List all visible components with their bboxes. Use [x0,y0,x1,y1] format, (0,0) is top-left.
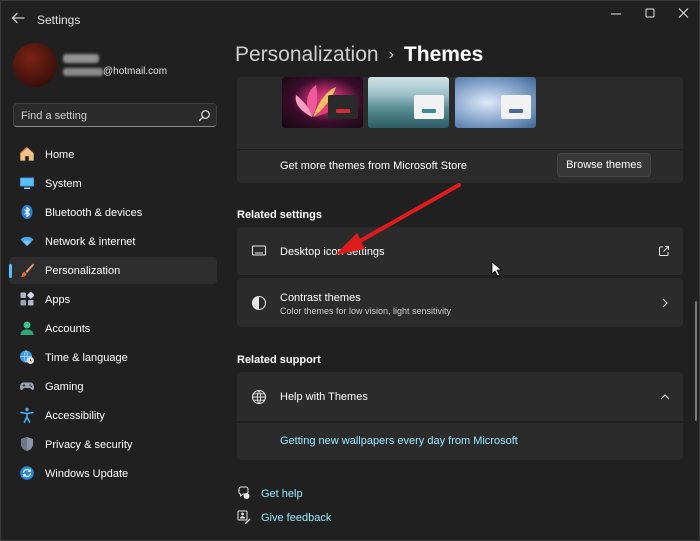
theme-thumbnail[interactable] [282,77,363,128]
bluetooth-icon [21,205,33,219]
contrast-themes-card[interactable]: Contrast themes Color themes for low vis… [237,278,683,327]
back-arrow-icon[interactable] [9,9,27,27]
sidebar-item-system[interactable]: System [9,170,217,197]
theme-preview-window [414,95,444,119]
sidebar-item-label: Time & language [45,352,128,364]
help-expanded-content: Getting new wallpapers every day from Mi… [237,423,683,460]
globe-icon [251,389,267,405]
sidebar-item-time-language[interactable]: Time & language [9,344,217,371]
maximize-icon[interactable] [639,5,661,23]
home-icon [20,147,34,161]
gamepad-icon [20,382,34,390]
help-with-themes-card[interactable]: Help with Themes [237,372,683,421]
store-text: Get more themes from Microsoft Store [280,160,468,172]
give-feedback-label: Give feedback [261,512,332,524]
get-help-label: Get help [261,488,303,500]
contrast-icon [251,295,267,311]
sidebar-item-windows-update[interactable]: Windows Update [9,460,217,487]
theme-accent-swatch [336,109,350,113]
user-profile[interactable]: @hotmail.com [13,41,213,91]
sidebar-item-personalization[interactable]: Personalization [9,257,217,284]
wallpapers-link[interactable]: Getting new wallpapers every day from Mi… [280,435,518,447]
themes-gallery-card: Get more themes from Microsoft Store Bro… [237,77,683,183]
feedback-icon [237,510,251,524]
sidebar-item-label: Accessibility [45,410,105,422]
accessibility-icon [20,407,34,423]
update-icon [20,466,34,480]
open-external-icon [659,246,669,256]
chevron-right-icon [662,298,668,308]
sidebar-nav: Home System Bluetooth & devices Network … [9,141,217,489]
shield-icon [21,437,33,451]
related-support-heading: Related support [237,354,321,366]
sidebar-item-label: Privacy & security [45,439,133,451]
browse-themes-button[interactable]: Browse themes [557,153,651,177]
sidebar-item-label: Network & internet [45,236,136,248]
sidebar-item-label: Bluetooth & devices [45,207,143,219]
profile-email-redacted [63,68,103,76]
sidebar-item-label: Accounts [45,323,91,335]
search-box[interactable] [13,103,217,127]
sidebar-item-label: Personalization [45,265,121,277]
sidebar-item-network[interactable]: Network & internet [9,228,217,255]
sidebar-item-bluetooth[interactable]: Bluetooth & devices [9,199,217,226]
give-feedback-link[interactable]: Give feedback [237,510,357,528]
sidebar-item-label: Windows Update [45,468,129,480]
search-icon[interactable] [198,109,211,122]
monitor-icon [251,245,267,256]
annotation-arrow [335,183,461,255]
system-icon [20,177,34,189]
sidebar-item-accounts[interactable]: Accounts [9,315,217,342]
theme-thumbnail[interactable] [455,77,536,128]
globe-clock-icon [20,350,34,364]
chevron-up-icon [660,394,670,400]
minimize-icon[interactable] [605,5,627,23]
search-input[interactable] [21,108,191,124]
breadcrumb-separator: › [388,46,394,63]
apps-icon [20,291,35,306]
brush-icon [20,263,34,277]
sidebar-item-label: Home [45,149,75,161]
sidebar-item-accessibility[interactable]: Accessibility [9,402,217,429]
app-title: Settings [37,13,81,27]
theme-preview-window [501,95,531,119]
sidebar-item-apps[interactable]: Apps [9,286,217,313]
close-icon[interactable] [673,5,695,23]
sidebar-item-label: Gaming [45,381,84,393]
card-subtitle: Color themes for low vision, light sensi… [280,306,452,316]
breadcrumb: Personalization › Themes [235,43,483,67]
sidebar-item-home[interactable]: Home [9,141,217,168]
divider [237,149,683,150]
sidebar-item-label: Apps [45,294,71,306]
get-help-icon [238,486,250,499]
mouse-cursor-icon [491,261,502,277]
get-help-link[interactable]: Get help [237,486,357,504]
sidebar-item-label: System [45,178,82,190]
title-bar: Settings [1,1,699,35]
theme-thumbnail[interactable] [368,77,449,128]
theme-preview-window [328,95,358,119]
theme-accent-swatch [509,109,523,113]
sidebar-item-privacy[interactable]: Privacy & security [9,431,217,458]
scrollbar[interactable] [695,301,697,421]
theme-accent-swatch [422,109,436,113]
breadcrumb-parent[interactable]: Personalization [235,43,379,66]
card-title: Help with Themes [280,391,368,403]
sidebar-item-gaming[interactable]: Gaming [9,373,217,400]
accounts-icon [20,321,34,335]
profile-email: @hotmail.com [103,66,168,77]
wifi-icon [20,236,34,246]
related-settings-heading: Related settings [237,209,322,221]
card-title: Contrast themes [280,292,361,304]
page-title: Themes [403,43,484,66]
profile-name-redacted [63,54,99,63]
settings-window: Settings @hotmail.com Home [0,0,700,541]
avatar [13,43,57,87]
